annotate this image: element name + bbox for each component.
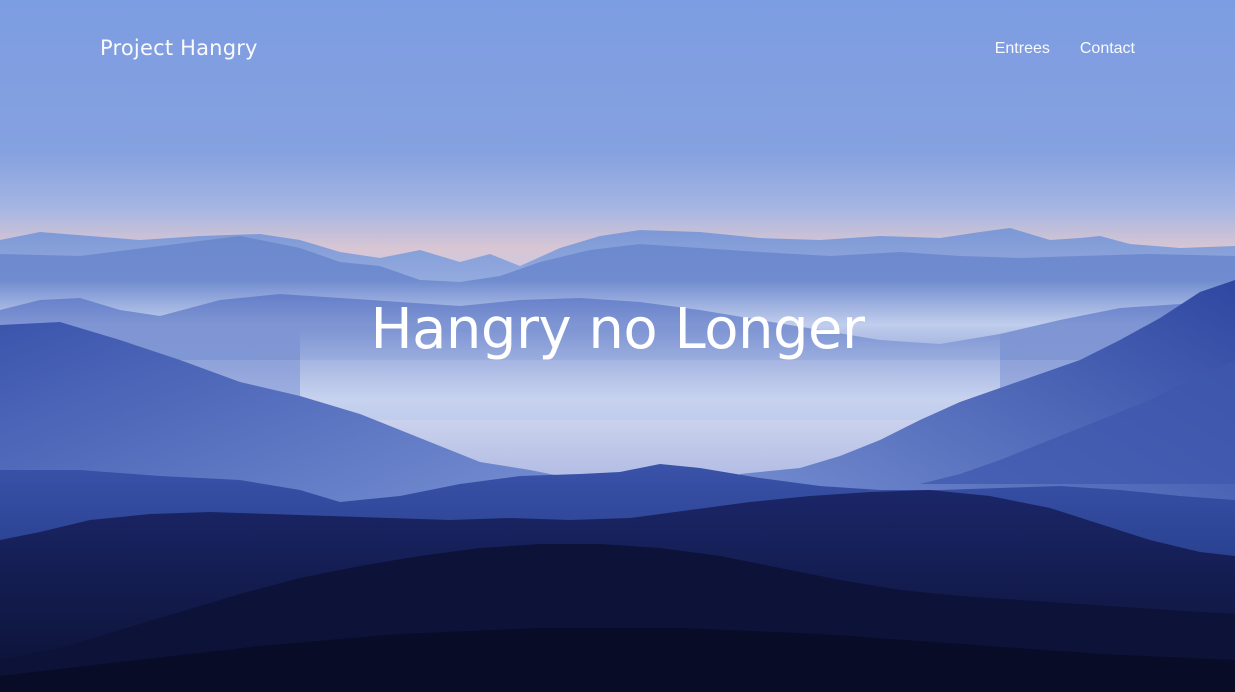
nav-link-contact[interactable]: Contact (1080, 40, 1135, 58)
hero-headline: Hangry no Longer (370, 297, 865, 362)
navbar: Project Hangry Entrees Contact (0, 0, 1235, 100)
brand-logo-link[interactable]: Project Hangry (100, 36, 258, 60)
nav-link-entrees[interactable]: Entrees (995, 40, 1050, 58)
hero-section: Project Hangry Entrees Contact Hangry no… (0, 0, 1235, 692)
nav-links: Entrees Contact (995, 40, 1135, 58)
